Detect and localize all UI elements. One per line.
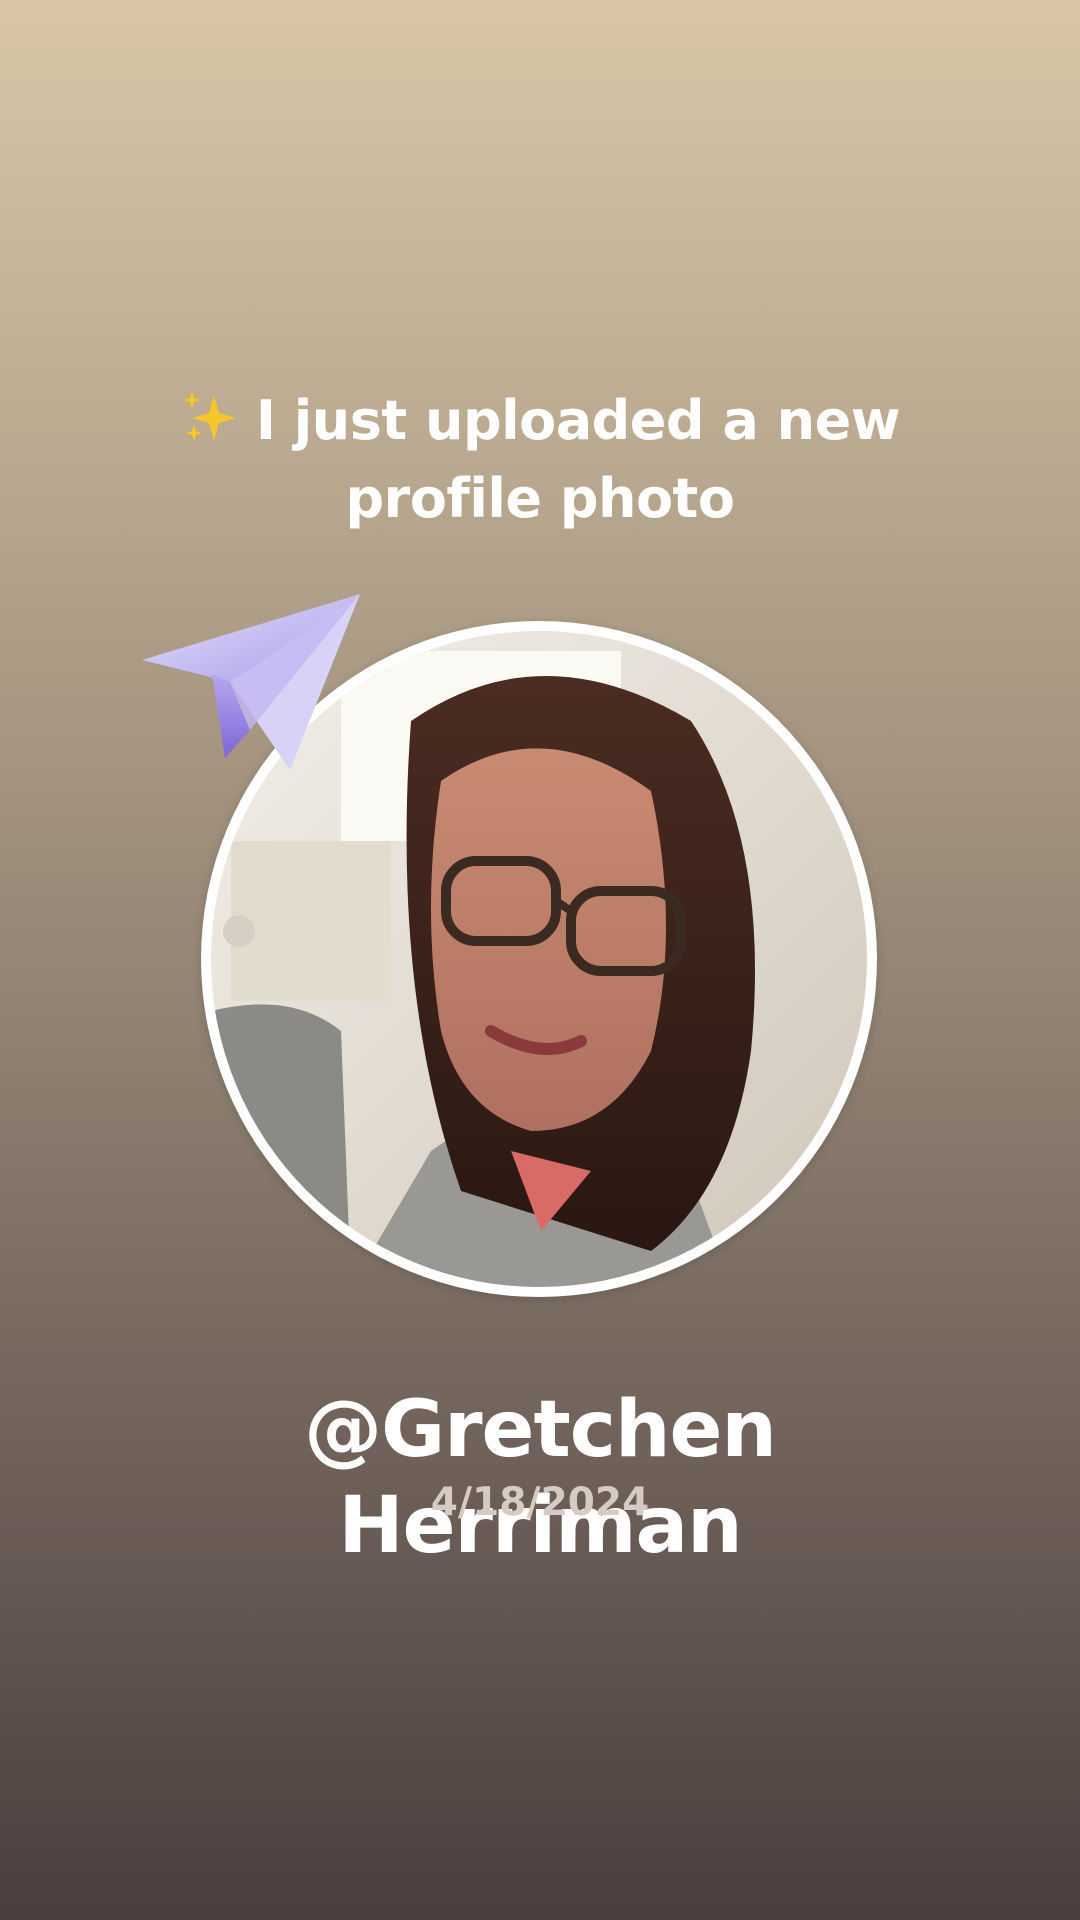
headline-text: I just uploaded a new profile photo — [255, 389, 901, 530]
profile-photo-story: I just uploaded a new profile photo @Gre… — [0, 0, 1080, 1920]
headline: I just uploaded a new profile photo — [140, 382, 940, 538]
paper-plane-icon — [142, 594, 360, 770]
post-date: 4/18/2024 — [430, 1480, 650, 1525]
sparkles-icon — [180, 389, 238, 445]
